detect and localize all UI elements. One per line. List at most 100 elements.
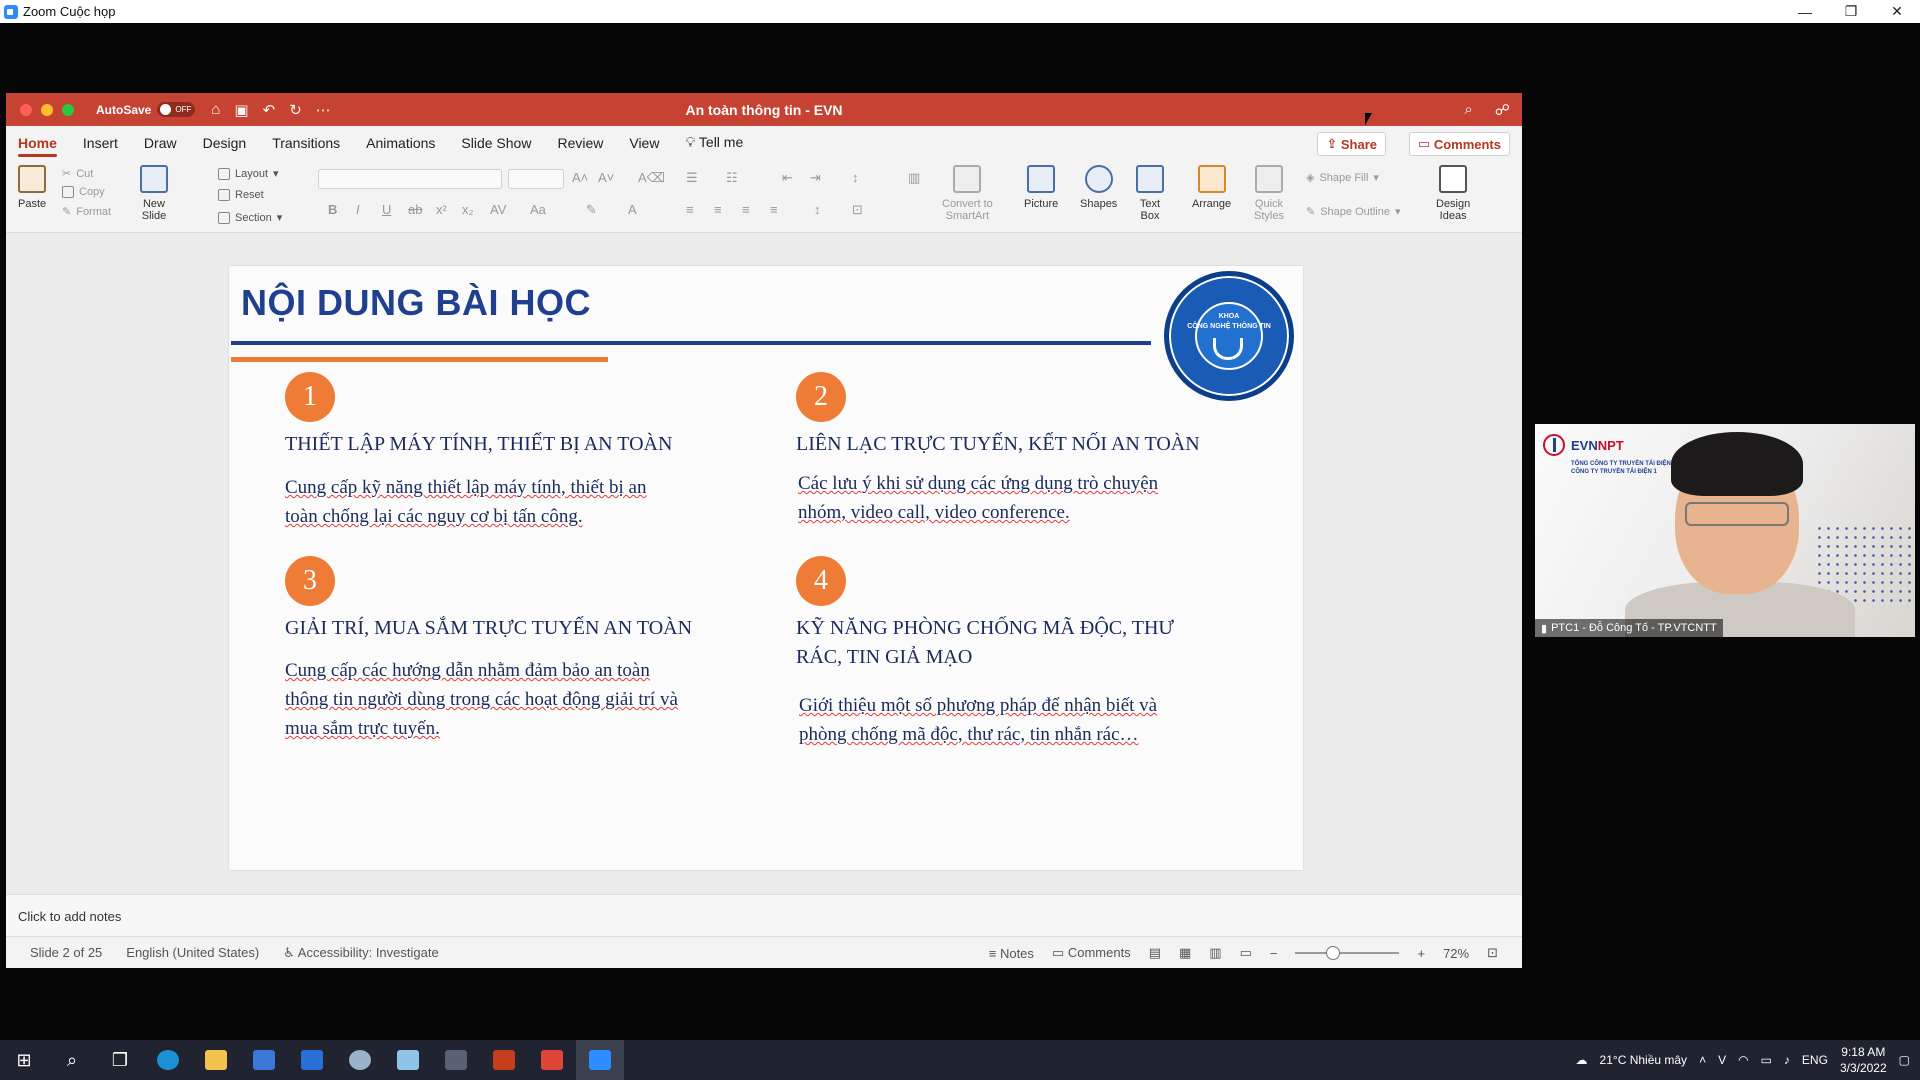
picture-button[interactable]: Picture (1024, 165, 1058, 210)
convert-smartart-button[interactable]: Convert to SmartArt (942, 165, 993, 222)
align-center-icon[interactable]: ≡ (714, 202, 722, 217)
close-traffic-light[interactable] (20, 103, 32, 116)
reading-view-icon[interactable]: ▥ (1209, 945, 1221, 961)
clock[interactable]: 9:18 AM 3/3/2022 (1840, 1044, 1887, 1076)
wifi-icon[interactable]: ◠ (1738, 1053, 1748, 1067)
item-title[interactable]: KỸ NĂNG PHÒNG CHỐNG MÃ ĐỘC, THƯ RÁC, TIN… (796, 614, 1174, 672)
item-description[interactable]: Các lưu ý khi sử dụng các ứng dụng trò c… (798, 469, 1158, 527)
item-title[interactable]: THIẾT LẬP MÁY TÍNH, THIẾT BỊ AN TOÀN (285, 430, 672, 459)
text-box-button[interactable]: Text Box (1136, 165, 1164, 222)
cut-button[interactable]: ✂ Cut (62, 167, 93, 181)
search-icon[interactable]: ⌕ (48, 1040, 96, 1080)
language-indicator[interactable]: ENG (1802, 1053, 1828, 1067)
notes-toggle[interactable]: ≡ Notes (989, 946, 1034, 961)
superscript-icon[interactable]: x² (436, 202, 447, 217)
align-right-icon[interactable]: ≡ (742, 202, 750, 217)
tab-design[interactable]: Design (203, 129, 247, 157)
app-icon[interactable] (384, 1040, 432, 1080)
fit-to-window-icon[interactable]: ⊡ (1487, 945, 1498, 961)
close-button[interactable]: ✕ (1874, 0, 1920, 23)
char-spacing-icon[interactable]: AV (490, 202, 506, 217)
participant-video[interactable]: EVNNPT TỔNG CÔNG TY TRUYỀN TẢI ĐIỆN CÔNG… (1535, 424, 1915, 637)
align-left-icon[interactable]: ≡ (686, 202, 694, 217)
app-icon[interactable] (528, 1040, 576, 1080)
slideshow-view-icon[interactable]: ▭ (1240, 945, 1252, 961)
font-color-icon[interactable]: A (628, 202, 637, 217)
document-title[interactable]: An toàn thông tin - EVN (685, 102, 842, 118)
powerpoint-icon[interactable] (480, 1040, 528, 1080)
language-indicator[interactable]: English (United States) (126, 945, 259, 960)
home-icon[interactable]: ⌂ (211, 101, 220, 119)
font-family-select[interactable] (318, 169, 502, 189)
share-button[interactable]: ⇪ Share (1317, 132, 1386, 156)
shape-outline-button[interactable]: ✎ Shape Outline ▾ (1306, 205, 1400, 219)
cloud-weather-icon[interactable]: ☁ (1576, 1053, 1588, 1067)
zoom-out-icon[interactable]: − (1270, 946, 1278, 961)
autosave-toggle[interactable]: OFF (157, 102, 196, 117)
battery-icon[interactable]: ▭ (1761, 1053, 1772, 1067)
tab-insert[interactable]: Insert (83, 129, 118, 157)
section-button[interactable]: Section ▾ (218, 211, 282, 224)
app-icon[interactable] (432, 1040, 480, 1080)
save-icon[interactable]: ▣ (234, 101, 248, 119)
numbering-icon[interactable]: ☷ (726, 170, 738, 186)
tab-review[interactable]: Review (557, 129, 603, 157)
item-title[interactable]: GIẢI TRÍ, MUA SẮM TRỰC TUYẾN AN TOÀN (285, 614, 692, 643)
search-icon[interactable]: ⌕ (1464, 101, 1472, 119)
minimize-button[interactable]: — (1782, 0, 1828, 23)
design-ideas-button[interactable]: Design Ideas (1436, 165, 1470, 222)
align-text-icon[interactable]: ⊡ (852, 202, 863, 218)
slide-sorter-icon[interactable]: ▦ (1179, 945, 1191, 961)
font-size-select[interactable] (508, 169, 564, 189)
underline-icon[interactable]: U (382, 202, 391, 217)
volume-icon[interactable]: ♪ (1784, 1053, 1790, 1067)
comments-button[interactable]: ▭ Comments (1408, 132, 1510, 156)
zoom-icon[interactable] (576, 1040, 624, 1080)
subscript-icon[interactable]: x₂ (462, 202, 474, 217)
clear-format-icon[interactable]: A⌫ (638, 170, 665, 186)
zoom-level[interactable]: 72% (1443, 946, 1469, 961)
more-icon[interactable]: ⋯ (316, 101, 331, 119)
copy-button[interactable]: Copy (62, 186, 105, 198)
undo-icon[interactable]: ↶ (263, 101, 276, 119)
line-spacing-icon[interactable]: ↕ (852, 170, 859, 185)
file-explorer-icon[interactable] (192, 1040, 240, 1080)
normal-view-icon[interactable]: ▤ (1149, 945, 1161, 961)
app-icon[interactable] (336, 1040, 384, 1080)
shape-fill-button[interactable]: ◈ Shape Fill ▾ (1306, 171, 1379, 185)
zoom-in-icon[interactable]: + (1417, 946, 1425, 961)
item-description[interactable]: Cung cấp kỹ năng thiết lập máy tính, thi… (285, 473, 646, 531)
comments-toggle[interactable]: ▭ Comments (1052, 945, 1131, 961)
reset-button[interactable]: Reset (218, 189, 264, 201)
notification-icon[interactable]: ▢ (1899, 1053, 1910, 1067)
tab-tell-me[interactable]: 💡︎ Tell me (685, 128, 743, 157)
chevron-up-icon[interactable]: ˄ (1699, 1053, 1706, 1067)
text-direction-icon[interactable]: ↕ (814, 202, 821, 217)
item-title[interactable]: LIÊN LẠC TRỰC TUYẾN, KẾT NỐI AN TOÀN (796, 430, 1200, 459)
notes-pane[interactable]: Click to add notes (6, 894, 1522, 936)
minimize-traffic-light[interactable] (41, 103, 53, 116)
item-description[interactable]: Giới thiệu một số phương pháp để nhận bi… (799, 691, 1157, 749)
tab-transitions[interactable]: Transitions (272, 129, 340, 157)
redo-icon[interactable]: ↻ (289, 101, 302, 119)
item-description[interactable]: Cung cấp các hướng dẫn nhằm đảm bảo an t… (285, 656, 678, 743)
quick-styles-button[interactable]: Quick Styles (1254, 165, 1284, 222)
accessibility-status[interactable]: ♿︎ Accessibility: Investigate (283, 945, 438, 961)
store-icon[interactable] (240, 1040, 288, 1080)
increase-indent-icon[interactable]: ⇥ (810, 170, 821, 186)
italic-icon[interactable]: I (356, 202, 360, 217)
bold-icon[interactable]: B (328, 202, 337, 217)
tab-animations[interactable]: Animations (366, 129, 435, 157)
justify-icon[interactable]: ≡ (770, 202, 778, 217)
slide-canvas[interactable]: NỘI DUNG BÀI HỌC KHOA CÔNG NGHỆ THÔNG TI… (229, 266, 1303, 870)
zoom-traffic-light[interactable] (62, 103, 74, 116)
bullets-icon[interactable]: ☰ (686, 170, 698, 186)
decrease-indent-icon[interactable]: ⇤ (782, 170, 793, 186)
restore-button[interactable]: ❐ (1828, 0, 1874, 23)
mail-icon[interactable] (288, 1040, 336, 1080)
share-people-icon[interactable]: ☍ (1495, 101, 1510, 119)
tab-slide-show[interactable]: Slide Show (461, 129, 531, 157)
change-case-icon[interactable]: Aa (530, 202, 546, 217)
arrange-button[interactable]: Arrange (1192, 165, 1231, 210)
slide-title[interactable]: NỘI DUNG BÀI HỌC (241, 282, 591, 324)
